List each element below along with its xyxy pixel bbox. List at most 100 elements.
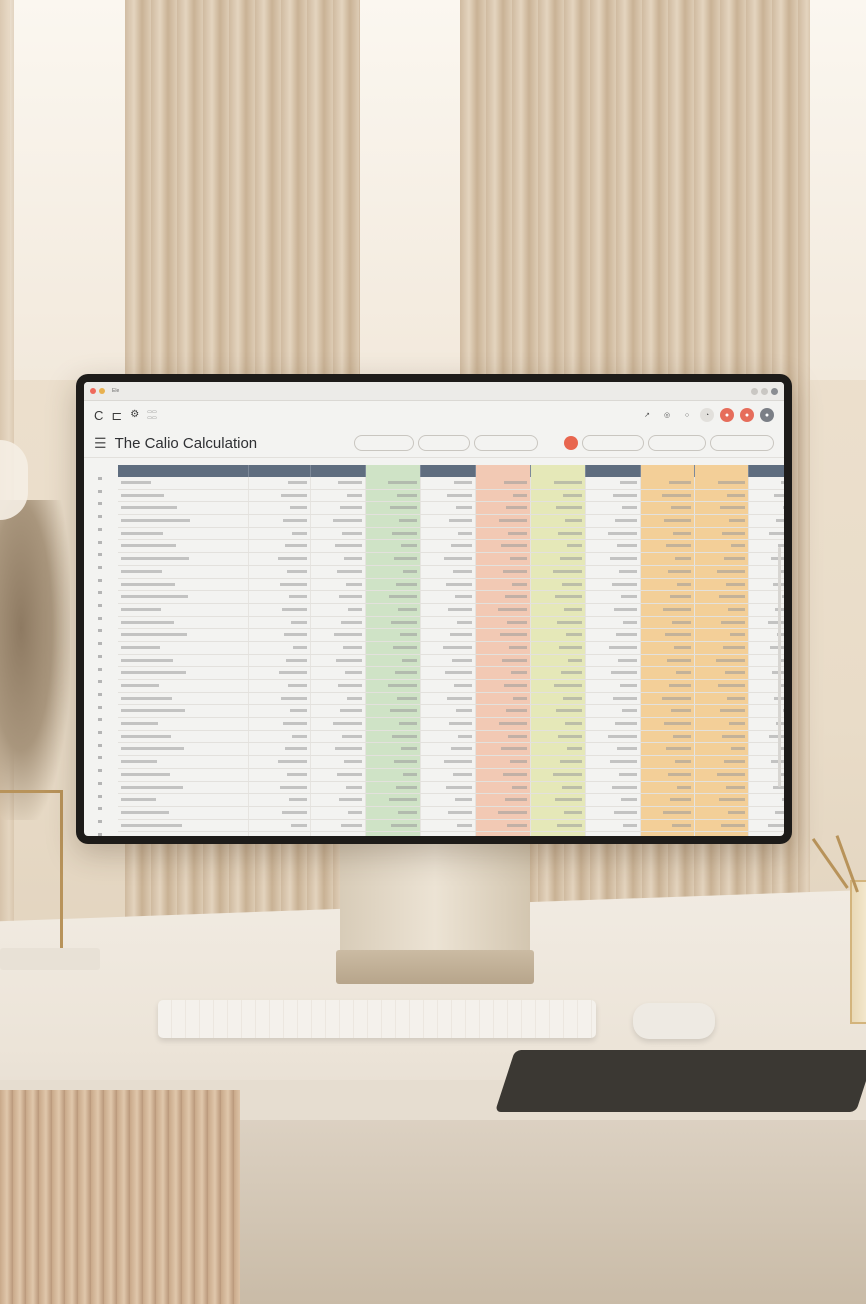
table-cell[interactable] <box>694 768 749 782</box>
table-cell[interactable] <box>118 501 249 516</box>
table-cell[interactable] <box>420 819 476 833</box>
table-cell[interactable] <box>420 730 476 744</box>
close-window-icon[interactable] <box>90 388 96 394</box>
comment-icon[interactable]: ◔ <box>700 408 714 422</box>
table-cell[interactable] <box>365 565 421 579</box>
table-cell[interactable] <box>530 768 586 782</box>
table-cell[interactable] <box>748 831 784 836</box>
table-cell[interactable] <box>640 666 695 680</box>
table-cell[interactable] <box>118 527 249 541</box>
table-cell[interactable] <box>530 819 586 833</box>
table-cell[interactable] <box>640 806 695 820</box>
table-cell[interactable] <box>248 616 311 630</box>
table-cell[interactable] <box>310 730 366 744</box>
table-cell[interactable] <box>248 717 311 731</box>
table-cell[interactable] <box>640 501 695 516</box>
table-cell[interactable] <box>640 616 695 630</box>
table-cell[interactable] <box>365 552 421 566</box>
table-cell[interactable] <box>585 831 641 836</box>
action-pill[interactable] <box>648 435 706 451</box>
table-cell[interactable] <box>694 578 749 592</box>
table-cell[interactable] <box>118 704 249 719</box>
control-icon[interactable] <box>771 387 778 395</box>
table-cell[interactable] <box>420 654 476 668</box>
table-cell[interactable] <box>310 666 366 680</box>
table-cell[interactable] <box>248 590 311 604</box>
table-cell[interactable] <box>310 527 366 541</box>
table-cell[interactable] <box>248 768 311 782</box>
table-cell[interactable] <box>118 679 249 693</box>
table-cell[interactable] <box>475 692 531 706</box>
table-cell[interactable] <box>365 590 421 604</box>
table-cell[interactable] <box>365 730 421 744</box>
table-cell[interactable] <box>640 654 695 668</box>
table-cell[interactable] <box>475 578 531 592</box>
table-cell[interactable] <box>248 831 311 836</box>
table-cell[interactable] <box>530 514 586 528</box>
table-cell[interactable] <box>694 806 749 820</box>
table-cell[interactable] <box>475 730 531 744</box>
table-cell[interactable] <box>694 590 749 604</box>
table-cell[interactable] <box>694 730 749 744</box>
table-cell[interactable] <box>365 628 421 642</box>
table-cell[interactable] <box>310 717 366 731</box>
table-cell[interactable] <box>475 527 531 541</box>
table-cell[interactable] <box>310 654 366 668</box>
record-icon[interactable]: ● <box>740 408 754 422</box>
table-cell[interactable] <box>420 717 476 731</box>
table-cell[interactable] <box>248 755 311 769</box>
table-cell[interactable] <box>365 717 421 731</box>
table-cell[interactable] <box>248 514 311 528</box>
table-cell[interactable] <box>748 819 784 833</box>
table-cell[interactable] <box>310 565 366 579</box>
column-header[interactable] <box>420 465 476 477</box>
table-cell[interactable] <box>748 501 784 516</box>
table-cell[interactable] <box>248 730 311 744</box>
table-cell[interactable] <box>475 565 531 579</box>
table-cell[interactable] <box>310 603 366 617</box>
table-cell[interactable] <box>420 552 476 566</box>
table-cell[interactable] <box>694 565 749 579</box>
table-cell[interactable] <box>365 501 421 516</box>
column-header[interactable] <box>310 465 366 477</box>
table-cell[interactable] <box>310 641 366 655</box>
table-cell[interactable] <box>420 755 476 769</box>
table-cell[interactable] <box>585 679 641 693</box>
table-cell[interactable] <box>530 565 586 579</box>
vertical-scrollbar[interactable] <box>778 547 781 787</box>
table-cell[interactable] <box>365 742 421 757</box>
table-cell[interactable] <box>420 578 476 592</box>
table-cell[interactable] <box>475 831 531 836</box>
table-cell[interactable] <box>530 793 586 807</box>
table-cell[interactable] <box>640 590 695 604</box>
table-cell[interactable] <box>475 768 531 782</box>
table-cell[interactable] <box>365 704 421 719</box>
table-cell[interactable] <box>640 539 695 554</box>
control-icon[interactable] <box>751 387 758 395</box>
table-cell[interactable] <box>310 831 366 836</box>
table-cell[interactable] <box>640 641 695 655</box>
table-cell[interactable] <box>694 603 749 617</box>
table-cell[interactable] <box>694 793 749 807</box>
table-cell[interactable] <box>248 489 311 503</box>
table-cell[interactable] <box>530 806 586 820</box>
table-cell[interactable] <box>694 666 749 680</box>
table-cell[interactable] <box>118 641 249 655</box>
table-cell[interactable] <box>585 590 641 604</box>
table-cell[interactable] <box>530 616 586 630</box>
table-cell[interactable] <box>118 755 249 769</box>
table-cell[interactable] <box>310 679 366 693</box>
table-cell[interactable] <box>248 742 311 757</box>
column-header[interactable] <box>118 465 249 477</box>
table-cell[interactable] <box>475 654 531 668</box>
table-cell[interactable] <box>640 603 695 617</box>
table-cell[interactable] <box>748 806 784 820</box>
table-cell[interactable] <box>118 489 249 503</box>
table-cell[interactable] <box>118 793 249 807</box>
table-cell[interactable] <box>640 628 695 642</box>
table-cell[interactable] <box>310 768 366 782</box>
table-cell[interactable] <box>748 489 784 503</box>
table-cell[interactable] <box>694 641 749 655</box>
table-cell[interactable] <box>585 552 641 566</box>
table-cell[interactable] <box>420 514 476 528</box>
